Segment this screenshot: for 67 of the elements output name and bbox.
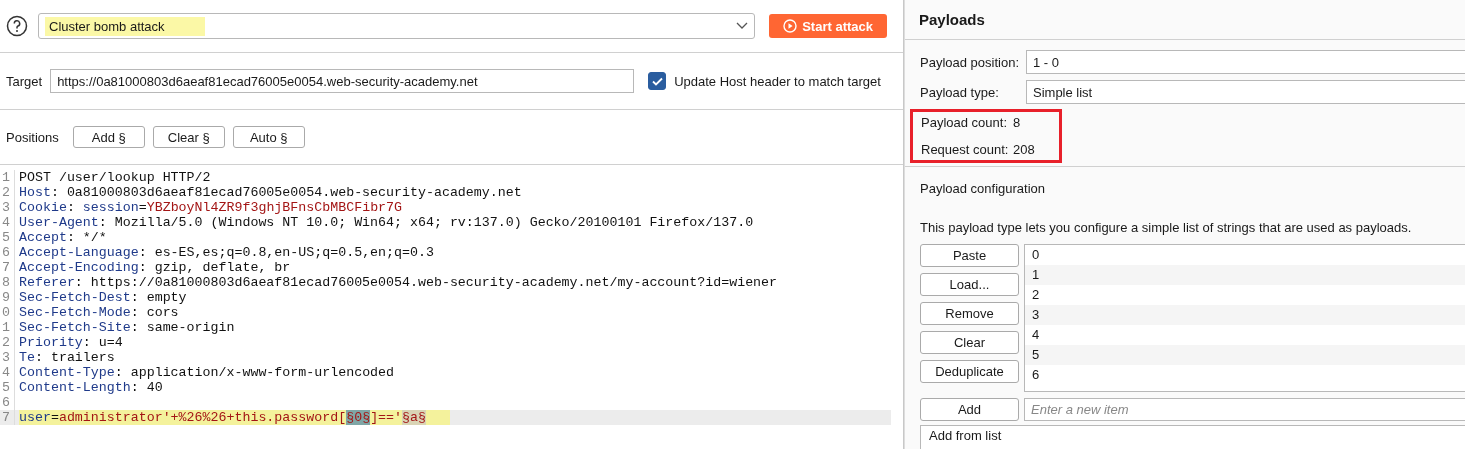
line-number: 2: [0, 185, 15, 200]
line-number: 4: [0, 215, 15, 230]
code-line: Referer: https://0a81000803d6aeaf81ecad76005e0054.web-security-academy.net/my-account?id=wiener: [19, 275, 778, 290]
code-line: Accept: */*: [19, 230, 107, 245]
position-button[interactable]: Clear §: [152, 126, 225, 148]
payload-dropdown[interactable]: Simple list: [1026, 80, 1465, 104]
line-number: 3: [0, 350, 15, 365]
payload-list[interactable]: 0 1 2 3 4 5 6: [1024, 244, 1465, 392]
code-line: User-Agent: Mozilla/5.0 (Windows NT 10.0; Win64; x64; rv:137.0) Gecko/20100101 Firefox/137.0: [19, 215, 754, 230]
code-line: Accept-Language: es-ES,es;q=0.8,en-US;q=0.5,en;q=0.3: [19, 245, 434, 260]
code-line: Accept-Encoding: gzip, deflate, br: [19, 260, 291, 275]
payload-dropdown[interactable]: 1 - 0: [1026, 50, 1465, 74]
line-number: 2: [0, 335, 15, 350]
line-number: 1: [0, 170, 15, 185]
line-number: 5: [0, 230, 15, 245]
chevron-down-icon: [736, 22, 749, 30]
code-line: POST /user/lookup HTTP/2: [19, 170, 211, 185]
positions-label: Positions: [6, 129, 59, 145]
list-item[interactable]: 1: [1025, 265, 1465, 285]
position-button[interactable]: Auto §: [232, 126, 305, 148]
target-input[interactable]: https://0a81000803d6aeaf81ecad76005e0054.web-security-academy.net: [50, 69, 635, 93]
attack-type-dropdown[interactable]: Cluster bomb attack: [38, 13, 756, 39]
line-number: 8: [0, 275, 15, 290]
line-number: 6: [0, 245, 15, 260]
code-line: Content-Type: application/x-www-form-urlencoded: [19, 365, 395, 380]
list-button[interactable]: Deduplicate: [920, 360, 1019, 383]
field-label: Payload position:: [920, 54, 1020, 70]
count-value: 8: [1013, 115, 1021, 130]
count-label: Payload count:: [921, 115, 1008, 130]
code-line: Content-Length: 40: [19, 380, 163, 395]
checkmark-icon: [651, 76, 663, 86]
add-button[interactable]: Add: [920, 398, 1019, 421]
line-number: 0: [0, 305, 15, 320]
list-item[interactable]: 5: [1025, 345, 1465, 365]
code-line: Sec-Fetch-Mode: cors: [19, 305, 179, 320]
line-number: 4: [0, 365, 15, 380]
line-number: 7: [0, 410, 15, 425]
count-value: 208: [1013, 142, 1035, 157]
list-button[interactable]: Paste: [920, 244, 1019, 267]
list-button[interactable]: Remove: [920, 302, 1019, 325]
target-label: Target: [6, 73, 43, 89]
code-line: Sec-Fetch-Dest: empty: [19, 290, 187, 305]
code-line: Host: 0a81000803d6aeaf81ecad76005e0054.web-security-academy.net: [19, 185, 522, 200]
help-icon[interactable]: [6, 15, 28, 37]
field-label: Payload type:: [920, 84, 1000, 100]
count-label: Request count:: [921, 142, 1010, 157]
config-heading: Payload configuration: [919, 180, 1047, 196]
line-number: 9: [0, 290, 15, 305]
position-button[interactable]: Add §: [72, 126, 145, 148]
payloads-title: Payloads: [905, 0, 1465, 40]
code-line: Sec-Fetch-Site: same-origin: [19, 320, 235, 335]
code-line: Priority: u=4: [19, 335, 123, 350]
line-number: 5: [0, 380, 15, 395]
line-number: 7: [0, 260, 15, 275]
list-item[interactable]: 3: [1025, 305, 1465, 325]
update-host-checkbox[interactable]: [648, 72, 667, 90]
play-icon: [783, 19, 798, 33]
new-item-input[interactable]: Enter a new item: [1024, 398, 1465, 421]
config-description: This payload type lets you configure a simple list of strings that are used as payloads.: [919, 219, 1413, 237]
code-line: Te: trailers: [19, 350, 115, 365]
list-button[interactable]: Load...: [920, 273, 1019, 296]
list-button[interactable]: Clear: [920, 331, 1019, 354]
line-number: 1: [0, 320, 15, 335]
code-line: Cookie: session=YBZboyNl4ZR9f3ghjBFnsCbMBCFibr7G: [19, 200, 403, 215]
add-from-list-dropdown[interactable]: Add from list: [920, 425, 1465, 449]
update-host-label: Update Host header to match target: [674, 73, 881, 89]
line-number: 3: [0, 200, 15, 215]
